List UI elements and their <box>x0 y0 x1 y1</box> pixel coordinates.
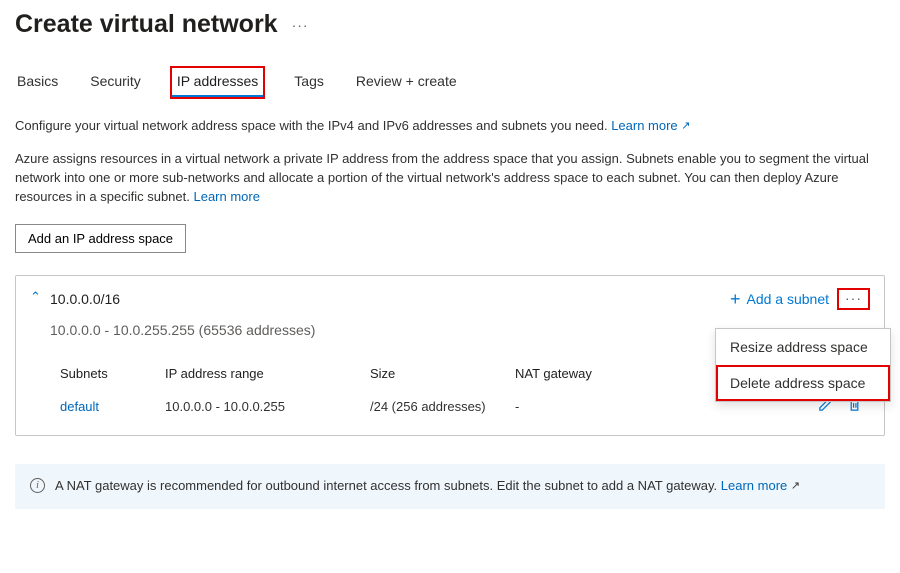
learn-more-link-2[interactable]: Learn more <box>193 189 259 204</box>
page-title: Create virtual network <box>15 10 278 39</box>
address-space-cidr: 10.0.0.0/16 <box>50 291 120 307</box>
col-header-nat: NAT gateway <box>515 366 660 381</box>
info-banner: i A NAT gateway is recommended for outbo… <box>15 464 885 509</box>
banner-text: A NAT gateway is recommended for outboun… <box>55 478 721 493</box>
intro-para2: Azure assigns resources in a virtual net… <box>15 151 869 204</box>
add-subnet-button[interactable]: + Add a subnet <box>730 291 829 307</box>
tab-tags[interactable]: Tags <box>292 67 326 98</box>
tab-ip-addresses[interactable]: IP addresses <box>171 67 264 98</box>
add-address-space-button[interactable]: Add an IP address space <box>15 224 186 253</box>
menu-item-resize[interactable]: Resize address space <box>716 329 890 365</box>
external-link-icon: ↗ <box>681 120 690 132</box>
page-header: Create virtual network ··· <box>15 10 885 39</box>
learn-more-link-1[interactable]: Learn more ↗ <box>611 118 690 133</box>
subnet-size: /24 (256 addresses) <box>370 399 515 414</box>
intro-text-2: Azure assigns resources in a virtual net… <box>15 150 885 207</box>
add-subnet-label: Add a subnet <box>746 291 829 307</box>
chevron-up-icon[interactable]: ⌃ <box>30 289 40 305</box>
tabs-bar: Basics Security IP addresses Tags Review… <box>15 67 885 99</box>
menu-item-delete[interactable]: Delete address space <box>716 365 890 401</box>
banner-body: A NAT gateway is recommended for outboun… <box>55 476 800 497</box>
intro-line1: Configure your virtual network address s… <box>15 118 611 133</box>
col-header-size: Size <box>370 366 515 381</box>
address-space-actions: + Add a subnet ··· <box>730 288 870 310</box>
plus-icon: + <box>730 294 741 305</box>
subnet-nat: - <box>515 399 660 414</box>
banner-learn-more-link[interactable]: Learn more <box>721 478 787 493</box>
tab-security[interactable]: Security <box>88 67 143 98</box>
intro-text-1: Configure your virtual network address s… <box>15 117 885 136</box>
external-link-icon: ↗ <box>791 480 800 492</box>
subnet-range: 10.0.0.0 - 10.0.0.255 <box>165 399 370 414</box>
info-icon: i <box>30 478 45 493</box>
col-header-subnets: Subnets <box>60 366 165 381</box>
address-space-header: ⌃ 10.0.0.0/16 + Add a subnet ··· <box>30 288 870 310</box>
more-actions-icon[interactable]: ··· <box>292 17 309 33</box>
subnet-name-link[interactable]: default <box>60 399 99 414</box>
address-space-context-menu: Resize address space Delete address spac… <box>715 328 891 402</box>
address-space-more-icon[interactable]: ··· <box>837 288 870 310</box>
address-space-left: ⌃ 10.0.0.0/16 <box>30 291 120 307</box>
tab-review-create[interactable]: Review + create <box>354 67 459 98</box>
col-header-range: IP address range <box>165 366 370 381</box>
tab-basics[interactable]: Basics <box>15 67 60 98</box>
